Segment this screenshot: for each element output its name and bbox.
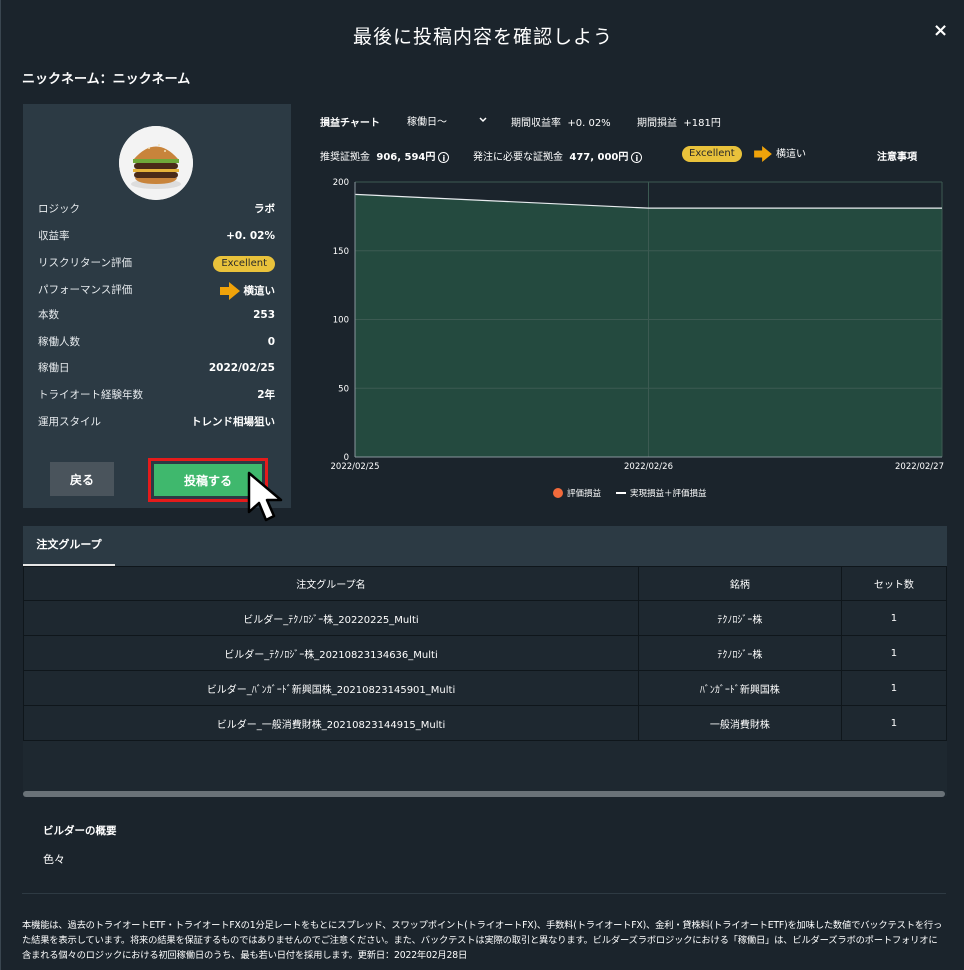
experience-value: 2年 bbox=[257, 389, 275, 401]
disclaimer-text: 本機能は、過去のトライオートETF・トライオートFXの1分足レートをもとにスプレ… bbox=[22, 920, 943, 961]
return-label: 収益率 bbox=[38, 230, 70, 242]
set-count-cell: 1 bbox=[840, 670, 948, 706]
symbol-cell: ﾃｸﾉﾛｼﾞｰ株 bbox=[637, 635, 842, 671]
set-count-cell: 1 bbox=[840, 600, 948, 636]
avatar bbox=[119, 126, 193, 200]
table-header-row: 注文グループ名 銘柄 セット数 bbox=[23, 566, 948, 601]
y-tick-label: 100 bbox=[333, 316, 349, 326]
modal-title: 最後に投稿内容を確認しよう bbox=[352, 26, 613, 48]
group-name-cell: ビルダー_ﾃｸﾉﾛｼﾞｰ株_20220225_Multi bbox=[23, 600, 639, 636]
chart-risk-badge: Excellent bbox=[682, 146, 742, 162]
required-margin: 発注に必要な証拠金 477, 000円 i bbox=[473, 148, 643, 163]
nickname-label: ニックネーム：ニックネーム bbox=[22, 72, 191, 87]
row-experience: トライオート経験年数 2年 bbox=[38, 387, 275, 403]
style-value: トレンド相場狙い bbox=[191, 416, 275, 428]
burger-icon bbox=[119, 126, 193, 200]
horizontal-scrollbar[interactable] bbox=[23, 791, 945, 797]
logic-label: ロジック bbox=[38, 203, 80, 215]
close-icon[interactable]: × bbox=[933, 20, 948, 41]
header-set-count: セット数 bbox=[840, 566, 948, 601]
x-tick-label: 2022/02/27 bbox=[895, 462, 944, 472]
row-count: 本数 253 bbox=[38, 307, 275, 323]
back-button[interactable]: 戻る bbox=[50, 462, 114, 496]
table-row: ビルダー_一般消費財株_20210823144915_Multi 一般消費財株 … bbox=[23, 705, 948, 741]
row-risk: リスクリターン評価 Excellent bbox=[38, 255, 275, 272]
risk-label: リスクリターン評価 bbox=[38, 257, 132, 269]
users-label: 稼働人数 bbox=[38, 336, 80, 348]
table-row: ビルダー_ﾃｸﾉﾛｼﾞｰ株_20210823134636_Multi ﾃｸﾉﾛｼ… bbox=[23, 635, 948, 671]
pl-chart: 0501001502002022/02/25 2022/02/26 2022/02/… bbox=[331, 178, 945, 499]
table-row: ビルダー_ﾃｸﾉﾛｼﾞｰ株_20220225_Multi ﾃｸﾉﾛｼﾞｰ株 1 bbox=[23, 600, 948, 636]
symbol-cell: ﾊﾞﾝｶﾞｰﾄﾞ新興国株 bbox=[637, 670, 842, 706]
x-tick-label: 2022/02/26 bbox=[624, 462, 673, 472]
info-icon[interactable]: i bbox=[631, 151, 643, 163]
set-count-cell: 1 bbox=[840, 635, 948, 671]
performance-value: 横這い bbox=[243, 285, 276, 297]
count-label: 本数 bbox=[38, 309, 59, 321]
symbol-cell: 一般消費財株 bbox=[637, 705, 842, 741]
symbol-cell: ﾃｸﾉﾛｼﾞｰ株 bbox=[637, 600, 842, 636]
group-name-cell: ビルダー_一般消費財株_20210823144915_Multi bbox=[23, 705, 639, 741]
overview-text: 色々 bbox=[43, 853, 65, 866]
row-users: 稼働人数 0 bbox=[38, 334, 275, 350]
chevron-down-icon bbox=[479, 117, 487, 123]
row-return: 収益率 +0. 02% bbox=[38, 228, 275, 244]
period-pl: 期間損益 +181円 bbox=[637, 118, 721, 129]
experience-label: トライオート経験年数 bbox=[38, 389, 143, 401]
y-tick-label: 200 bbox=[333, 178, 349, 188]
return-value: +0. 02% bbox=[226, 230, 275, 242]
overview-title: ビルダーの概要 bbox=[43, 825, 117, 837]
mouse-cursor-icon bbox=[247, 471, 283, 522]
x-tick-label: 2022/02/25 bbox=[331, 462, 380, 472]
start-date-value: 2022/02/25 bbox=[208, 362, 275, 374]
divider bbox=[22, 893, 946, 894]
row-style: 運用スタイル トレンド相場狙い bbox=[38, 414, 275, 430]
risk-badge: Excellent bbox=[213, 256, 275, 272]
style-label: 運用スタイル bbox=[38, 416, 101, 428]
info-icon[interactable]: i bbox=[438, 151, 450, 163]
row-logic: ロジック ラボ bbox=[38, 201, 275, 217]
row-start-date: 稼働日 2022/02/25 bbox=[38, 360, 275, 376]
confirm-post-modal: 最後に投稿内容を確認しよう × ニックネーム：ニックネーム ロジック ラボ 収益… bbox=[0, 0, 964, 970]
recommended-margin: 推奨証拠金 906, 594円 i bbox=[320, 148, 450, 163]
logic-value: ラボ bbox=[254, 203, 275, 215]
order-group-table: 注文グループ名 銘柄 セット数 ビルダー_ﾃｸﾉﾛｼﾞｰ株_20220225_M… bbox=[23, 566, 948, 741]
start-date-label: 稼働日 bbox=[38, 362, 70, 374]
header-symbol: 銘柄 bbox=[637, 566, 842, 601]
order-group-section: 注文グループ 注文グループ名 銘柄 セット数 ビルダー_ﾃｸﾉﾛｼﾞｰ株_202… bbox=[23, 526, 948, 797]
chart-title: 損益チャート bbox=[320, 118, 380, 129]
y-tick-label: 50 bbox=[338, 384, 349, 394]
set-count-cell: 1 bbox=[840, 705, 948, 741]
group-name-cell: ビルダー_ﾊﾞﾝｶﾞｰﾄﾞ新興国株_20210823145901_Multi bbox=[23, 670, 639, 706]
legend-label-total: 実現損益＋評価損益 bbox=[630, 488, 707, 499]
legend-label-unrealized: 評価損益 bbox=[567, 488, 602, 499]
notes-link[interactable]: 注意事項 bbox=[877, 148, 917, 163]
group-name-cell: ビルダー_ﾃｸﾉﾛｼﾞｰ株_20210823134636_Multi bbox=[23, 635, 639, 671]
arrow-right-icon bbox=[219, 282, 240, 300]
chart-performance: 横這い bbox=[754, 145, 806, 162]
y-tick-label: 150 bbox=[333, 247, 349, 257]
table-row: ビルダー_ﾊﾞﾝｶﾞｰﾄﾞ新興国株_20210823145901_Multi ﾊ… bbox=[23, 670, 948, 706]
users-value: 0 bbox=[267, 336, 275, 348]
legend-marker-unrealized bbox=[553, 488, 563, 498]
count-value: 253 bbox=[253, 309, 275, 321]
tab-bar: 注文グループ bbox=[23, 526, 947, 566]
performance-label: パフォーマンス評価 bbox=[38, 284, 133, 296]
period-select[interactable]: 稼働日〜 bbox=[407, 113, 491, 128]
arrow-right-icon bbox=[754, 146, 772, 162]
row-performance: パフォーマンス評価 横這い bbox=[38, 282, 276, 300]
header-group-name: 注文グループ名 bbox=[23, 566, 639, 601]
logic-summary-card: ロジック ラボ 収益率 +0. 02% リスクリターン評価 Excellent … bbox=[23, 104, 291, 508]
tab-order-group[interactable]: 注文グループ bbox=[23, 526, 115, 566]
period-return: 期間収益率 +0. 02% bbox=[511, 118, 611, 129]
